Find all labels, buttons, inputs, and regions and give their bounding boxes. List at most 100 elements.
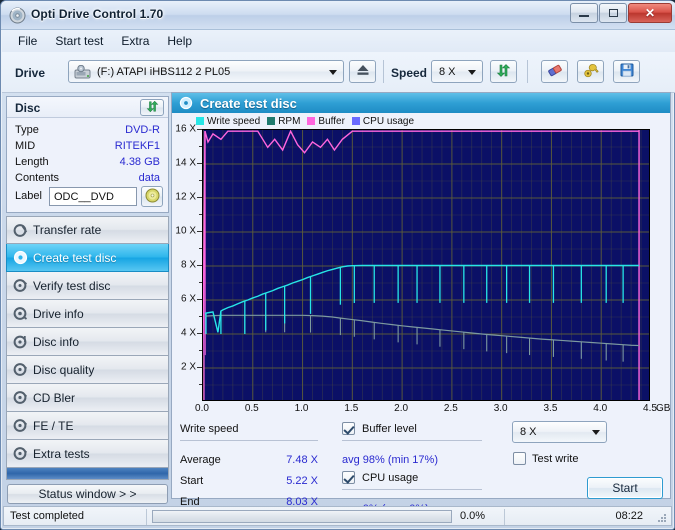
disc-label-cd-button[interactable] bbox=[141, 186, 163, 207]
chart-svg bbox=[203, 130, 649, 400]
chart-legend: Write speed RPM Buffer CPU usage bbox=[196, 115, 417, 127]
x-axis-tick-label: 3.0 bbox=[493, 403, 508, 414]
y-axis-tick-label: 16 X bbox=[175, 123, 196, 135]
status-separator-1 bbox=[146, 509, 147, 525]
x-axis-tick-label: 2.0 bbox=[394, 403, 409, 414]
menu-item-file[interactable]: File bbox=[10, 32, 45, 50]
eraser-icon bbox=[547, 63, 563, 81]
toolbar-separator-2 bbox=[527, 60, 528, 83]
drive-icon bbox=[74, 64, 91, 83]
disc-row-type-value: DVD-R bbox=[125, 124, 160, 136]
y-axis-tick-label: 4 X bbox=[180, 327, 196, 339]
x-axis-tick-label: 4.0 bbox=[593, 403, 608, 414]
stat-start-key: Start bbox=[180, 475, 204, 487]
x-axis-tick-label: 4.5 bbox=[643, 403, 657, 414]
sidebar-item-label: Disc quality bbox=[33, 362, 95, 377]
sidebar-item-create-test-disc[interactable]: Create test disc bbox=[6, 244, 169, 272]
test-write-label: Test write bbox=[532, 453, 579, 465]
legend-entry-rpm: RPM bbox=[267, 116, 300, 127]
menu-item-start-test[interactable]: Start test bbox=[47, 32, 111, 50]
sidebar-item-label: Transfer rate bbox=[33, 223, 102, 237]
x-axis-tick-label: 1.0 bbox=[294, 403, 309, 414]
y-axis-tick-label: 8 X bbox=[180, 259, 196, 271]
buffer-level-checkbox[interactable] bbox=[342, 422, 355, 435]
speed-value: 8 X bbox=[439, 65, 456, 78]
menu-bar: File Start test Extra Help bbox=[2, 30, 675, 52]
legend-entry-cpu-usage: CPU usage bbox=[351, 116, 414, 127]
drive-select[interactable]: (F:) ATAPI iHBS112 2 PL05 bbox=[68, 60, 344, 83]
disc-arrow-icon bbox=[7, 223, 33, 238]
minimize-button[interactable] bbox=[570, 3, 598, 23]
tools-button[interactable] bbox=[577, 60, 604, 83]
write-speed-select[interactable]: 8 X bbox=[512, 421, 607, 443]
start-button[interactable]: Start bbox=[587, 477, 663, 499]
window-title: Opti Drive Control 1.70 bbox=[31, 7, 164, 21]
sidebar-item-transfer-rate[interactable]: Transfer rate bbox=[6, 216, 169, 244]
close-icon: ✕ bbox=[644, 6, 656, 20]
sidebar-item-disc-info[interactable]: Disc info bbox=[6, 328, 169, 356]
chevron-down-icon bbox=[592, 430, 600, 435]
toolbar-separator-1 bbox=[383, 60, 384, 83]
left-panel: Disc Type DVD-R MID RITEKF1 Length 4.38 … bbox=[6, 96, 169, 504]
y-axis-tick-label: 12 X bbox=[175, 191, 196, 203]
disc-info-box: Disc Type DVD-R MID RITEKF1 Length 4.38 … bbox=[6, 96, 169, 213]
cpu-usage-checkbox[interactable] bbox=[342, 471, 355, 484]
legend-swatch-icon bbox=[351, 117, 360, 125]
disc-row-mid-value: RITEKF1 bbox=[114, 140, 160, 152]
cpu-usage-label: CPU usage bbox=[362, 472, 419, 484]
erase-button[interactable] bbox=[541, 60, 568, 83]
sidebar-item-cd-bler[interactable]: CD Bler bbox=[6, 384, 169, 412]
drive-label: Drive bbox=[15, 66, 46, 80]
x-axis-tick-label: 2.5 bbox=[443, 403, 458, 414]
app-disc-icon bbox=[9, 7, 26, 24]
eject-button[interactable] bbox=[349, 60, 376, 83]
tools-icon bbox=[583, 63, 599, 81]
stat-average-value: 7.48 X bbox=[286, 454, 318, 466]
chart-x-axis: 0.0 0.5 1.0 1.5 2.0 2.5 3.0 3.5 4.0 4.5 GB bbox=[172, 403, 670, 419]
main-panel: Create test disc Write speed RPM Buffer … bbox=[171, 92, 671, 515]
test-write-checkbox[interactable] bbox=[513, 452, 526, 465]
y-axis-tick-label: 2 X bbox=[180, 361, 196, 373]
page-title: Create test disc bbox=[200, 95, 297, 111]
disc-row-mid-key: MID bbox=[15, 140, 36, 152]
refresh-button[interactable] bbox=[490, 60, 517, 83]
status-separator-2 bbox=[504, 509, 505, 525]
disc-info2-icon bbox=[7, 334, 33, 349]
sidebar-item-disc-quality[interactable]: Disc quality bbox=[6, 356, 169, 384]
write-speed-rule bbox=[180, 440, 318, 441]
disc-extra-icon bbox=[7, 446, 33, 461]
sidebar-item-drive-info[interactable]: Drive info bbox=[6, 300, 169, 328]
refresh-icon bbox=[496, 63, 511, 81]
x-axis-tick-label: 3.5 bbox=[543, 403, 558, 414]
disc-row-contents-value: data bbox=[138, 172, 160, 184]
toolbar: Drive (F:) ATAPI iHBS112 2 PL05 Speed 8 … bbox=[2, 52, 675, 93]
sidebar-item-verify-test-disc[interactable]: Verify test disc bbox=[6, 272, 169, 300]
sidebar-item-fe-te[interactable]: FE / TE bbox=[6, 412, 169, 440]
menu-item-help[interactable]: Help bbox=[159, 32, 200, 50]
status-window-button[interactable]: Status window > > bbox=[7, 484, 168, 504]
disc-refresh-button[interactable] bbox=[140, 99, 164, 116]
disc-fete-icon bbox=[7, 418, 33, 433]
sidebar-item-label: FE / TE bbox=[33, 418, 74, 433]
sidebar-item-label: Verify test disc bbox=[33, 278, 111, 293]
stat-average-key: Average bbox=[180, 454, 221, 466]
save-button[interactable] bbox=[613, 60, 640, 83]
chart-plot-area bbox=[202, 129, 650, 401]
speed-select[interactable]: 8 X bbox=[431, 60, 483, 83]
disc-label-input[interactable]: ODC__DVD bbox=[49, 187, 137, 206]
sidebar-item-label: Extra tests bbox=[33, 446, 90, 461]
sidebar-item-extra-tests[interactable]: Extra tests bbox=[6, 440, 169, 468]
refresh-icon bbox=[146, 100, 159, 116]
maximize-button[interactable] bbox=[599, 3, 627, 23]
chart-y-axis: 2 X 4 X 6 X 8 X 10 X 12 X 14 X 16 X bbox=[172, 123, 202, 408]
nav-filler bbox=[6, 468, 169, 480]
disc-quality-icon bbox=[7, 362, 33, 377]
status-bar: Test completed 0.0% 08:22 bbox=[3, 506, 672, 526]
window-controls: ✕ bbox=[570, 3, 672, 23]
resize-grip-icon[interactable] bbox=[656, 512, 666, 522]
disc-header: Disc bbox=[7, 97, 168, 118]
x-axis-tick-label: 1.5 bbox=[344, 403, 359, 414]
menu-item-extra[interactable]: Extra bbox=[113, 32, 157, 50]
x-axis-tick-label: 0.0 bbox=[195, 403, 209, 414]
close-button[interactable]: ✕ bbox=[628, 3, 672, 23]
